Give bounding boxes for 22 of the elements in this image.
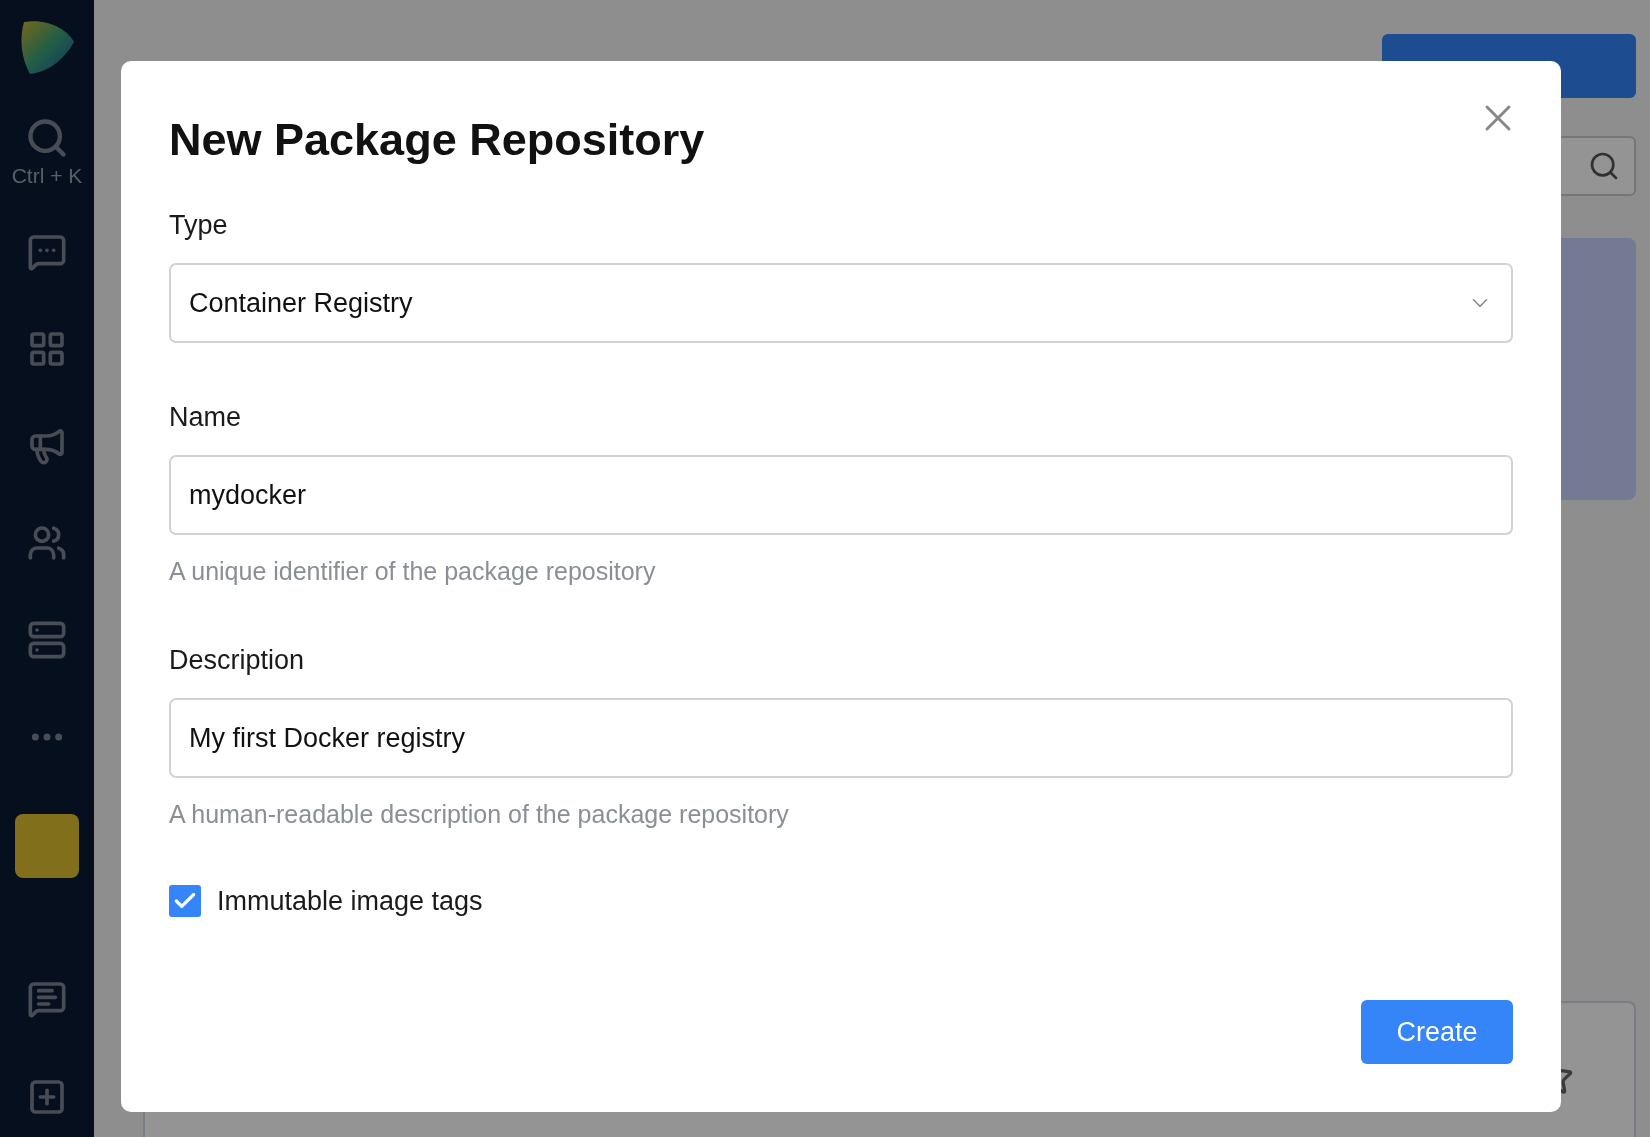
search-shortcut: Ctrl + K <box>11 164 83 188</box>
comment-icon[interactable] <box>27 979 67 1019</box>
input-field[interactable]: mydocker <box>169 455 1513 535</box>
people-icon[interactable] <box>27 523 67 563</box>
field-hint: A unique identifier of the package repository <box>169 557 656 586</box>
checkbox[interactable] <box>169 885 201 917</box>
field-label: Name <box>169 401 242 433</box>
search-icon[interactable] <box>25 116 69 160</box>
create-button[interactable]: Create <box>1361 1000 1513 1064</box>
widgets-icon[interactable] <box>27 329 67 369</box>
chat-icon[interactable] <box>27 232 67 272</box>
dialog-title: New Package Repository <box>169 113 705 167</box>
input-field[interactable]: My first Docker registry <box>169 698 1513 778</box>
field-label: Type <box>169 209 228 241</box>
search-icon <box>1588 150 1620 182</box>
field-hint: A human-readable description of the package repository <box>169 800 789 829</box>
field-label: Description <box>169 644 305 676</box>
type-select[interactable]: Container Registry <box>169 263 1513 343</box>
megaphone-icon[interactable] <box>27 426 67 466</box>
plus-icon[interactable] <box>27 1077 67 1117</box>
server-icon[interactable] <box>27 620 67 660</box>
checkbox-label: Immutable image tags <box>217 885 483 917</box>
